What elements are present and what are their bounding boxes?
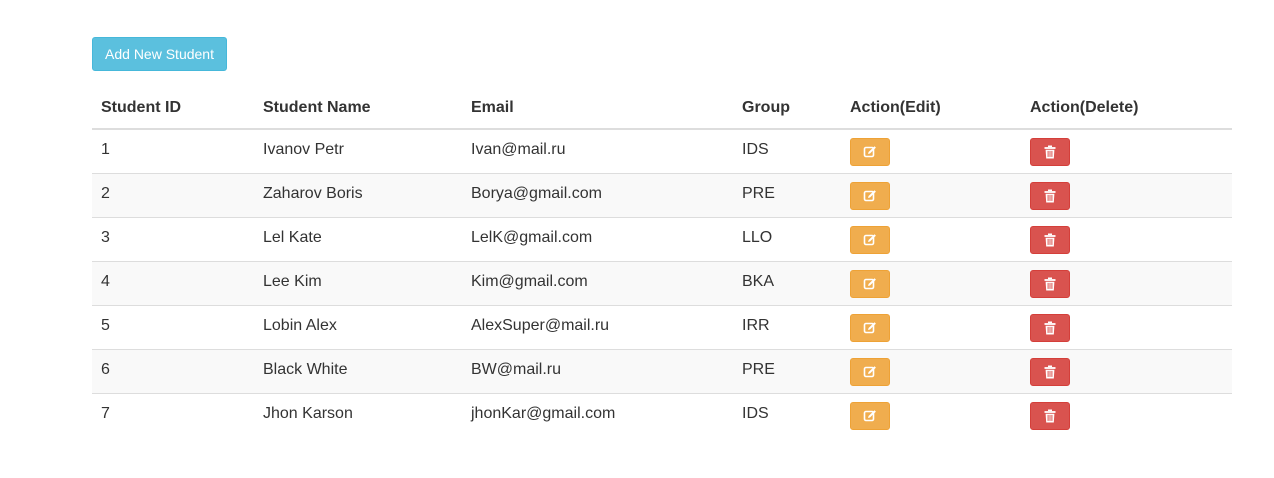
edit-button[interactable] — [850, 269, 890, 298]
delete-action-cell — [1021, 172, 1232, 217]
student-email-cell: Ivan@mail.ru — [471, 141, 566, 158]
delete-button[interactable] — [1030, 313, 1070, 342]
edit-action-cell — [841, 172, 1021, 217]
edit-button[interactable] — [850, 357, 890, 386]
edit-button[interactable] — [850, 181, 890, 210]
students-table: Student ID Student Name Email Group Acti… — [92, 87, 1232, 437]
table-row: 6 Black White BW@mail.ru PRE — [92, 348, 1232, 393]
table-row: 7 Jhon Karson jhonKar@gmail.com IDS — [92, 392, 1232, 437]
column-header-action-edit: Action(Edit) — [841, 87, 1021, 130]
edit-icon — [863, 277, 876, 289]
student-id-cell: 6 — [92, 348, 254, 393]
delete-action-cell — [1021, 260, 1232, 305]
column-header-action-delete: Action(Delete) — [1021, 87, 1232, 130]
student-group-cell: PRE — [733, 348, 841, 393]
table-header-row: Student ID Student Name Email Group Acti… — [92, 87, 1232, 130]
student-id-cell: 3 — [92, 216, 254, 261]
add-new-student-button[interactable]: Add New Student — [92, 37, 227, 71]
student-group-cell: BKA — [733, 260, 841, 305]
column-header-student-name: Student Name — [254, 87, 462, 130]
delete-action-cell — [1021, 392, 1232, 437]
delete-action-cell — [1021, 129, 1232, 173]
student-name-cell: Lobin Alex — [254, 304, 462, 349]
student-email-cell: Borya@gmail.com — [462, 172, 733, 217]
trash-icon — [1044, 233, 1056, 246]
edit-action-cell — [841, 260, 1021, 305]
student-id-cell: 2 — [92, 172, 254, 217]
student-group-cell: IRR — [733, 304, 841, 349]
edit-action-cell — [841, 216, 1021, 261]
student-id-cell: 1 — [101, 141, 110, 158]
delete-button[interactable] — [1030, 181, 1070, 210]
student-group-cell: LLO — [733, 216, 841, 261]
student-id-cell: 7 — [92, 392, 254, 437]
delete-button[interactable] — [1030, 357, 1070, 386]
trash-icon — [1044, 321, 1056, 334]
delete-button[interactable] — [1030, 138, 1070, 166]
edit-icon — [863, 233, 876, 245]
trash-icon — [1044, 277, 1056, 290]
edit-icon — [863, 146, 876, 158]
student-id-cell: 4 — [92, 260, 254, 305]
edit-button[interactable] — [850, 138, 890, 166]
delete-button[interactable] — [1030, 401, 1070, 430]
students-table-body: 1 Ivanov Petr Ivan@mail.ru IDS 2 Zaharov… — [92, 129, 1232, 437]
delete-button[interactable] — [1030, 225, 1070, 254]
student-name-cell: Ivanov Petr — [263, 141, 344, 158]
edit-button[interactable] — [850, 313, 890, 342]
edit-button[interactable] — [850, 225, 890, 254]
edit-icon — [863, 365, 876, 377]
delete-action-cell — [1021, 304, 1232, 349]
table-row: 2 Zaharov Boris Borya@gmail.com PRE — [92, 172, 1232, 217]
delete-action-cell — [1021, 216, 1232, 261]
column-header-email: Email — [462, 87, 733, 130]
student-email-cell: jhonKar@gmail.com — [462, 392, 733, 437]
student-email-cell: AlexSuper@mail.ru — [462, 304, 733, 349]
student-name-cell: Lee Kim — [254, 260, 462, 305]
table-row: 3 Lel Kate LelK@gmail.com LLO — [92, 216, 1232, 261]
delete-action-cell — [1021, 348, 1232, 393]
edit-icon — [863, 189, 876, 201]
student-list-page: Add New Student Student ID Student Name … — [0, 0, 1274, 478]
table-row: 5 Lobin Alex AlexSuper@mail.ru IRR — [92, 304, 1232, 349]
table-row: 1 Ivanov Petr Ivan@mail.ru IDS — [92, 129, 1232, 173]
student-group-cell: PRE — [733, 172, 841, 217]
edit-action-cell — [841, 348, 1021, 393]
edit-button[interactable] — [850, 401, 890, 430]
edit-action-cell — [841, 129, 1021, 173]
student-name-cell: Zaharov Boris — [254, 172, 462, 217]
trash-icon — [1044, 189, 1056, 202]
student-email-cell: LelK@gmail.com — [462, 216, 733, 261]
edit-action-cell — [841, 304, 1021, 349]
student-group-cell: IDS — [733, 392, 841, 437]
student-email-cell: BW@mail.ru — [462, 348, 733, 393]
trash-icon — [1044, 409, 1056, 422]
student-name-cell: Lel Kate — [254, 216, 462, 261]
trash-icon — [1044, 365, 1056, 378]
edit-icon — [863, 321, 876, 333]
column-header-group: Group — [733, 87, 841, 130]
student-id-cell: 5 — [92, 304, 254, 349]
edit-icon — [863, 409, 876, 421]
column-header-student-id: Student ID — [92, 87, 254, 130]
student-name-cell: Black White — [254, 348, 462, 393]
student-group-cell: IDS — [742, 141, 769, 158]
student-name-cell: Jhon Karson — [254, 392, 462, 437]
edit-action-cell — [841, 392, 1021, 437]
trash-icon — [1044, 145, 1056, 159]
delete-button[interactable] — [1030, 269, 1070, 298]
student-email-cell: Kim@gmail.com — [462, 260, 733, 305]
table-row: 4 Lee Kim Kim@gmail.com BKA — [92, 260, 1232, 305]
